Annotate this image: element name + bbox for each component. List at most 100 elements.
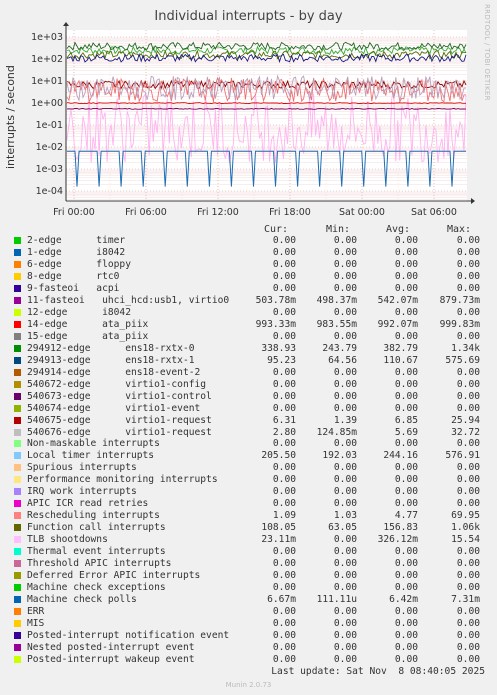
legend-cur-value: 0.00 <box>272 618 296 630</box>
legend-min-value: 0.00 <box>333 653 357 665</box>
legend-max-value: 0.00 <box>456 498 480 510</box>
x-tick-label: Sat 06:00 <box>411 207 457 218</box>
legend-min-value: 0.00 <box>333 378 357 390</box>
legend-avg-value: 0.00 <box>394 306 418 318</box>
legend-max-value: 575.69 <box>445 354 480 366</box>
legend-avg-value: 6.42m <box>389 594 418 606</box>
legend-max-value: 1.34k <box>451 342 480 354</box>
legend-row: 1-edge i8042 0.00 0.00 0.00 0.00 <box>0 247 497 259</box>
legend-label: 540672-edge virtio1-config <box>27 378 207 390</box>
legend-avg-value: 0.00 <box>394 282 418 294</box>
legend-max-value: 0.00 <box>456 606 480 618</box>
legend-cur-value: 0.00 <box>272 282 296 294</box>
legend-avg-value: 0.00 <box>394 330 418 342</box>
legend-max-value: 0.00 <box>456 438 480 450</box>
legend-min-value: 0.00 <box>333 474 357 486</box>
legend-max-value: 15.54 <box>451 534 480 546</box>
legend-swatch <box>14 596 21 604</box>
legend-avg-value: 0.00 <box>394 558 418 570</box>
legend-label: APIC ICR read retries <box>27 498 149 510</box>
legend-row: Thermal event interrupts 0.00 0.00 0.00 0.00 <box>0 546 497 558</box>
legend-cur-value: 0.00 <box>272 653 296 665</box>
legend-label: Spurious interrupts <box>27 462 137 474</box>
legend-row: Posted-interrupt notification event 0.00 0… <box>0 630 497 642</box>
legend-max-value: 576.91 <box>445 450 480 462</box>
legend-avg-value: 542.07m <box>377 294 418 306</box>
legend-row: Non-maskable interrupts 0.00 0.00 0.00 0.00 <box>0 438 497 450</box>
x-tick-label: Fri 18:00 <box>269 207 311 218</box>
legend-cur-value: 2.80 <box>272 426 296 438</box>
legend-swatch <box>14 572 21 580</box>
legend-row: 540676-edge virtio1-request 2.80 124.85m 5.… <box>0 427 497 439</box>
legend-min-value: 0.00 <box>333 402 357 414</box>
legend-swatch <box>14 464 21 472</box>
legend-avg-value: 0.00 <box>394 498 418 510</box>
y-tick-label: 1e+01 <box>31 76 63 87</box>
legend-max-value: 0.00 <box>456 258 480 270</box>
legend-min-value: 124.85m <box>316 426 357 438</box>
legend-label: 9-fasteoi acpi <box>27 282 120 294</box>
legend-swatch <box>14 632 21 639</box>
legend-cur-value: 0.00 <box>272 235 296 246</box>
legend-avg-value: 0.00 <box>394 235 418 246</box>
legend-avg-value: 0.00 <box>394 390 418 402</box>
legend-cur-value: 0.00 <box>272 474 296 486</box>
legend-min-value: 0.00 <box>333 498 357 510</box>
legend-cur-value: 108.05 <box>261 522 296 534</box>
legend-label: Machine check polls <box>27 594 137 606</box>
legend-row: Spurious interrupts 0.00 0.00 0.00 0.00 <box>0 462 497 474</box>
legend-max-value: 0.00 <box>456 402 480 414</box>
legend-max-value: 0.00 <box>456 390 480 402</box>
legend-label: 540674-edge virtio1-event <box>27 402 201 414</box>
legend-min-value: 0.00 <box>333 390 357 402</box>
legend-cur-value: 0.00 <box>272 378 296 390</box>
legend-max-value: 25.94 <box>451 414 480 426</box>
legend-label: 15-edge ata_piix <box>27 330 149 342</box>
legend-max-value: 0.00 <box>456 570 480 582</box>
legend-row: 540673-edge virtio1-control 0.00 0.00 0.00 0… <box>0 391 497 403</box>
legend-row: 14-edge ata_piix 993.33m 983.55m 992.07m 999… <box>0 319 497 331</box>
legend-cur-value: 0.00 <box>272 390 296 402</box>
y-tick-label: 1e-02 <box>36 142 63 153</box>
legend-label: 294912-edge ens18-rxtx-0 <box>27 342 195 354</box>
legend-cur-value: 0.00 <box>272 641 296 653</box>
legend-max-value: 0.00 <box>456 246 480 258</box>
y-tick-label: 1e-01 <box>36 120 63 131</box>
legend-row: ERR 0.00 0.00 0.00 0.00 <box>0 606 497 618</box>
legend-row: APIC ICR read retries 0.00 0.00 0.00 0.00 <box>0 498 497 510</box>
legend-avg-value: 0.00 <box>394 630 418 641</box>
legend-label: Deferred Error APIC interrupts <box>27 570 201 582</box>
legend-cur-value: 0.00 <box>272 246 296 258</box>
legend-max-value: 0.00 <box>456 582 480 594</box>
legend-max-value: 69.95 <box>451 510 480 522</box>
legend-avg-value: 4.77 <box>394 510 418 522</box>
legend-min-value: 192.03 <box>322 450 357 462</box>
legend-label: Machine check exceptions <box>27 582 166 594</box>
legend-min-value: 0.00 <box>333 258 357 270</box>
legend-swatch <box>14 452 21 460</box>
legend-min-value: 0.00 <box>333 641 357 653</box>
legend-avg-value: 244.16 <box>383 450 418 462</box>
legend-max-value: 0.00 <box>456 462 480 474</box>
legend-min-value: 64.56 <box>328 354 357 366</box>
header-avg: Avg: <box>386 224 411 235</box>
legend-avg-value: 0.00 <box>394 438 418 450</box>
header-max: Max: <box>447 224 472 235</box>
legend-max-value: 0.00 <box>456 378 480 390</box>
legend-label: 2-edge timer <box>27 235 126 246</box>
legend-max-value: 0.00 <box>456 474 480 486</box>
legend-row: Posted-interrupt wakeup event 0.00 0.00 0.0… <box>0 654 497 666</box>
legend-min-value: 1.39 <box>333 414 357 426</box>
legend-avg-value: 0.00 <box>394 378 418 390</box>
legend-max-value: 0.00 <box>456 330 480 342</box>
legend-min-value: 0.00 <box>333 570 357 582</box>
legend-cur-value: 23.11m <box>261 534 296 546</box>
legend-swatch <box>14 344 21 352</box>
chart-plot: 1e+03 1e+02 1e+01 1e+00 1e-01 1e-02 1e-03 1e-04… <box>31 22 475 218</box>
legend-min-value: 0.00 <box>333 606 357 618</box>
legend-max-value: 0.00 <box>456 546 480 558</box>
legend-cur-value: 0.00 <box>272 630 296 641</box>
x-tick-label: Sat 00:00 <box>339 207 385 218</box>
legend-max-value: 7.31m <box>451 594 480 606</box>
legend-label: Nested posted-interrupt event <box>27 641 195 653</box>
